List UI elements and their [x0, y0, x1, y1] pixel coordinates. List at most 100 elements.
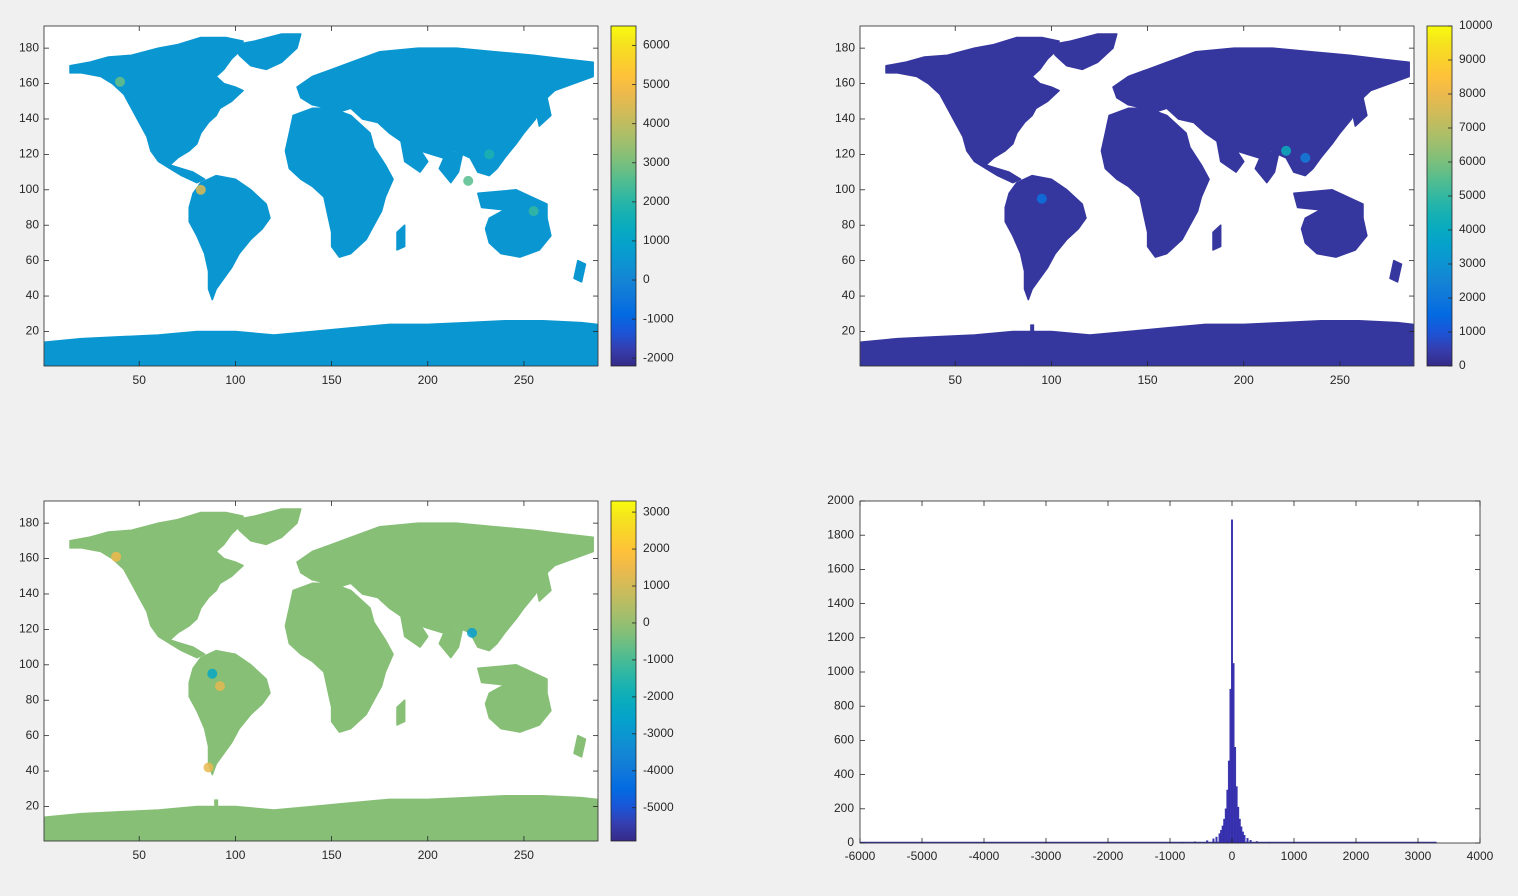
histogram-bar [1249, 840, 1252, 844]
x-tick-label: -3000 [1031, 849, 1062, 863]
x-tick-label: -2000 [1093, 849, 1124, 863]
hotspot-0 [195, 184, 206, 195]
colorbar-tick-label: 3000 [643, 504, 670, 518]
x-tick-label: 1000 [1281, 849, 1308, 863]
plot-background [860, 501, 1480, 843]
map-panel-top-left: 50 100 150 200 250 20 40 60 80 100 120 140 160 180 -20… [19, 25, 674, 387]
colorbar-tick-label: 5000 [1459, 188, 1486, 202]
y-tick-label: 2000 [827, 493, 854, 507]
colorbar-tick-label: 7000 [1459, 120, 1486, 134]
y-tick-label: 20 [842, 324, 856, 338]
colorbar-tick-label: -1000 [643, 652, 674, 666]
y-tick-label: 100 [19, 182, 39, 196]
x-tick-label: 4000 [1467, 849, 1494, 863]
y-tick-label: 120 [835, 147, 855, 161]
colorbar-tick-label: 8000 [1459, 86, 1486, 100]
hotspot-4 [484, 149, 495, 160]
hotspot-1 [1281, 145, 1292, 156]
y-tick-label: 100 [835, 182, 855, 196]
y-tick-label: 200 [834, 801, 854, 815]
y-tick-label: 160 [19, 76, 39, 90]
y-tick-label: 0 [847, 835, 854, 849]
y-tick-label: 140 [19, 586, 39, 600]
x-tick-label: 200 [418, 848, 438, 862]
y-tick-label: 60 [842, 253, 856, 267]
x-tick-label: 50 [133, 848, 147, 862]
histogram-bar [1212, 838, 1215, 844]
histogram-bar [1227, 760, 1230, 844]
y-tick-label: 40 [842, 288, 856, 302]
histogram-bar [1218, 833, 1221, 844]
hotspot-3 [467, 627, 477, 638]
colorbar-tick-label: 0 [643, 272, 650, 286]
histogram-bar [1223, 818, 1226, 844]
colorbar-tick-label: 3000 [1459, 256, 1486, 270]
y-tick-label: 100 [19, 657, 39, 671]
colorbar-tick-label: 2000 [1459, 290, 1486, 304]
y-tick-label: 20 [26, 799, 40, 813]
y-tick-label: 1000 [827, 664, 854, 678]
y-tick-label: 60 [26, 253, 40, 267]
y-tick-label: 1200 [827, 630, 854, 644]
y-tick-label: 400 [834, 767, 854, 781]
histogram-bar [1243, 835, 1246, 844]
figure: 50 100 150 200 25020406080100120140160180-20… [19, 18, 1494, 863]
x-tick-label: 250 [514, 373, 534, 387]
colorbar-tick-label: 0 [1459, 358, 1466, 372]
colorbar-tick-label: 6000 [1459, 154, 1486, 168]
x-tick-label: 0 [1229, 849, 1236, 863]
colorbar-tick-label: 0 [643, 615, 650, 629]
colorbar-tick-label: -3000 [643, 726, 674, 740]
colorbar-tick-label: 9000 [1459, 52, 1486, 66]
colorbar-tick-label: 10000 [1459, 18, 1493, 32]
colorbar-tick-label: 3000 [643, 155, 670, 169]
colorbar-tick-label: 1000 [1459, 324, 1486, 338]
colorbar-tick-label: 5000 [643, 77, 670, 91]
x-tick-label: 250 [514, 848, 534, 862]
colorbar-tick-label: 4000 [643, 116, 670, 130]
y-tick-label: 180 [19, 40, 39, 54]
hotspot-0 [1036, 193, 1047, 204]
y-tick-label: 80 [26, 217, 40, 231]
map-panel-top-right: 50 100 150 200 250 20 40 60 80 100 120 140 160 180 0 10… [835, 18, 1493, 387]
x-tick-label: 50 [949, 373, 963, 387]
x-tick-label: 200 [1234, 373, 1254, 387]
y-tick-label: 120 [19, 147, 39, 161]
histogram-bar [1235, 786, 1238, 844]
histogram-bar [1231, 519, 1233, 844]
histogram-bar [1234, 747, 1237, 844]
x-tick-label: 2000 [1343, 849, 1370, 863]
histogram-bar [1221, 825, 1224, 844]
x-tick-label: 3000 [1405, 849, 1432, 863]
colorbar-tick-label: 1000 [643, 578, 670, 592]
hotspot-1 [115, 76, 125, 87]
y-tick-label: 140 [19, 111, 39, 125]
x-tick-label: 200 [418, 373, 438, 387]
hotspot-2 [463, 175, 474, 186]
hotspot-1 [215, 681, 225, 692]
y-tick-label: 1400 [827, 596, 854, 610]
y-tick-label: 40 [26, 763, 40, 777]
y-tick-label: 1600 [827, 562, 854, 576]
histogram-bar [1220, 829, 1223, 844]
y-tick-label: 800 [834, 698, 854, 712]
histogram-bar [1215, 836, 1218, 844]
y-tick-label: 160 [19, 551, 39, 565]
histogram-bar [1241, 831, 1244, 844]
y-tick-label: 160 [835, 76, 855, 90]
hotspot-2 [1300, 152, 1311, 163]
x-tick-label: 250 [1330, 373, 1350, 387]
map-panel-bottom-left: 50 100 150 200 250 20 40 60 80 100 120 140 160 180 -50… [19, 500, 674, 862]
hotspot-3 [528, 206, 539, 217]
y-tick-label: 80 [26, 692, 40, 706]
x-tick-label: 150 [1138, 373, 1158, 387]
colorbar-tick-label: -2000 [643, 689, 674, 703]
hotspot-2 [111, 551, 122, 562]
colorbar-tick-label: 1000 [643, 233, 670, 247]
y-tick-label: 80 [842, 217, 856, 231]
histogram-bar [1237, 806, 1240, 844]
histogram-bar [1229, 688, 1232, 844]
x-tick-label: 100 [225, 373, 245, 387]
data-strip [1030, 324, 1035, 366]
histogram-bar [1238, 818, 1241, 844]
